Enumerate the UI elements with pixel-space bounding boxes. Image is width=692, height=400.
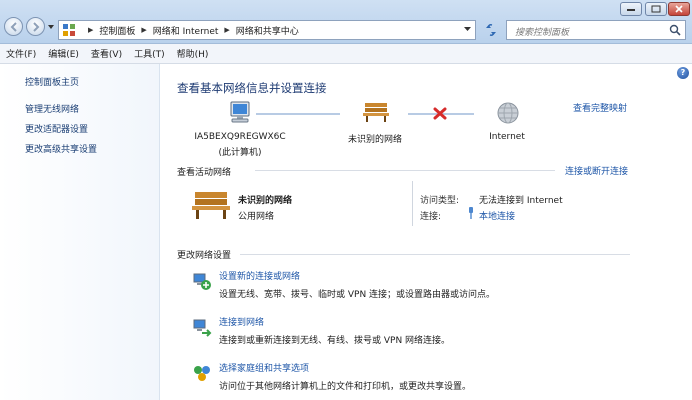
title-bar: ▶ 控制面板 ▶ 网络和 Internet ▶ 网络和共享中心 搜索控制面板: [0, 0, 692, 44]
internet-globe-icon: [497, 102, 519, 124]
control-panel-icon: [63, 24, 75, 36]
close-icon: [675, 5, 683, 13]
homegroup-sharing-link[interactable]: 选择家庭组和共享选项: [219, 361, 309, 374]
breadcrumb-control-panel[interactable]: 控制面板: [99, 24, 135, 37]
connect-to-network-link[interactable]: 连接到网络: [219, 315, 264, 328]
section-divider: [255, 170, 555, 171]
connect-disconnect-link[interactable]: 连接或断开连接: [565, 164, 628, 177]
refresh-icon[interactable]: [482, 20, 500, 40]
active-networks-label: 查看活动网络: [177, 168, 232, 178]
map-link-line: [256, 113, 340, 115]
change-settings-label: 更改网络设置: [177, 251, 232, 261]
map-network-label: 未识别的网络: [347, 135, 402, 145]
close-button[interactable]: [668, 2, 690, 16]
bench-network-icon: [192, 192, 230, 219]
sidebar: 控制面板主页 管理无线网络 更改适配器设置 更改高级共享设置: [0, 64, 160, 400]
map-computer-label: IA5BEXQ9REGWX6C (此计算机): [185, 132, 295, 158]
computer-icon: [230, 101, 250, 123]
local-connection-text: 本地连接: [479, 212, 516, 222]
menu-file[interactable]: 文件(F): [6, 47, 36, 60]
homegroup-icon: [194, 366, 210, 381]
map-internet-label: Internet: [489, 132, 525, 142]
vertical-divider: [412, 181, 413, 226]
back-arrow-icon: [10, 22, 17, 32]
menu-edit[interactable]: 编辑(E): [48, 47, 79, 60]
sidebar-control-panel-home[interactable]: 控制面板主页: [25, 75, 79, 88]
sidebar-item-advanced-sharing[interactable]: 更改高级共享设置: [25, 142, 97, 162]
sidebar-item-change-adapter[interactable]: 更改适配器设置: [25, 122, 97, 142]
ethernet-plug-icon: [469, 207, 473, 219]
address-bar[interactable]: ▶ 控制面板 ▶ 网络和 Internet ▶ 网络和共享中心: [58, 20, 476, 40]
search-placeholder: 搜索控制面板: [515, 28, 570, 38]
setup-new-connection-link[interactable]: 设置新的连接或网络: [219, 269, 300, 282]
connect-network-icon: [193, 319, 212, 337]
homegroup-sharing-desc: 访问位于其他网络计算机上的文件和打印机，或更改共享设置。: [219, 382, 472, 392]
connections-label: 连接:: [420, 212, 442, 222]
forward-button[interactable]: [26, 17, 45, 36]
setup-new-connection-desc: 设置无线、宽带、拨号、临时或 VPN 连接；或设置路由器或访问点。: [219, 290, 496, 300]
search-icon[interactable]: [669, 24, 681, 36]
active-network-type[interactable]: 公用网络: [238, 209, 274, 222]
connect-to-network-desc: 连接到或重新连接到无线、有线、拨号或 VPN 网络连接。: [219, 336, 451, 346]
sidebar-item-manage-wireless[interactable]: 管理无线网络: [25, 102, 97, 122]
recent-pages-chevron-icon[interactable]: [47, 24, 55, 30]
help-icon[interactable]: ?: [677, 67, 689, 79]
menu-tools[interactable]: 工具(T): [134, 47, 165, 60]
main-panel: ? 查看基本网络信息并设置连接 查看完整映射 IA5BEXQ9REGWX6C (…: [160, 64, 692, 400]
breadcrumb-network-internet[interactable]: 网络和 Internet: [153, 24, 219, 37]
maximize-icon: [651, 5, 661, 13]
disconnected-x-icon: [433, 107, 447, 120]
new-connection-icon: [193, 273, 211, 290]
access-type-value: 无法连接到 Internet: [479, 196, 563, 206]
task-connect-to-network: 连接到网络 连接到或重新连接到无线、有线、拨号或 VPN 网络连接。: [192, 315, 672, 347]
menu-bar: 文件(F) 编辑(E) 查看(V) 工具(T) 帮助(H): [0, 44, 692, 64]
breadcrumb-separator-icon: ▶: [88, 26, 94, 34]
back-button[interactable]: [4, 17, 23, 36]
breadcrumb-separator-icon: ▶: [224, 26, 230, 34]
breadcrumb-separator-icon: ▶: [141, 26, 147, 34]
menu-view[interactable]: 查看(V): [91, 47, 122, 60]
computer-sub-label: (此计算机): [218, 148, 262, 158]
maximize-button[interactable]: [645, 2, 667, 16]
page-title: 查看基本网络信息并设置连接: [177, 81, 327, 95]
local-connection-link[interactable]: 本地连接: [479, 209, 515, 222]
section-divider: [240, 254, 630, 255]
address-dropdown-icon[interactable]: [464, 27, 471, 32]
view-full-map-link[interactable]: 查看完整映射: [573, 101, 627, 114]
bench-network-icon: [363, 103, 389, 122]
task-homegroup-sharing: 选择家庭组和共享选项 访问位于其他网络计算机上的文件和打印机，或更改共享设置。: [192, 361, 672, 393]
task-setup-new-connection: 设置新的连接或网络 设置无线、宽带、拨号、临时或 VPN 连接；或设置路由器或访…: [192, 269, 672, 301]
access-type-label: 访问类型:: [420, 196, 460, 206]
computer-name: IA5BEXQ9REGWX6C: [194, 132, 286, 142]
active-network-name: 未识别的网络: [238, 196, 293, 206]
breadcrumb-network-sharing-center[interactable]: 网络和共享中心: [236, 24, 299, 37]
breadcrumb: ▶ 控制面板 ▶ 网络和 Internet ▶ 网络和共享中心: [82, 24, 299, 37]
search-input[interactable]: 搜索控制面板: [506, 20, 686, 40]
menu-help[interactable]: 帮助(H): [177, 47, 209, 60]
minimize-icon: [627, 9, 635, 11]
minimize-button[interactable]: [620, 2, 642, 16]
forward-arrow-icon: [33, 22, 40, 32]
